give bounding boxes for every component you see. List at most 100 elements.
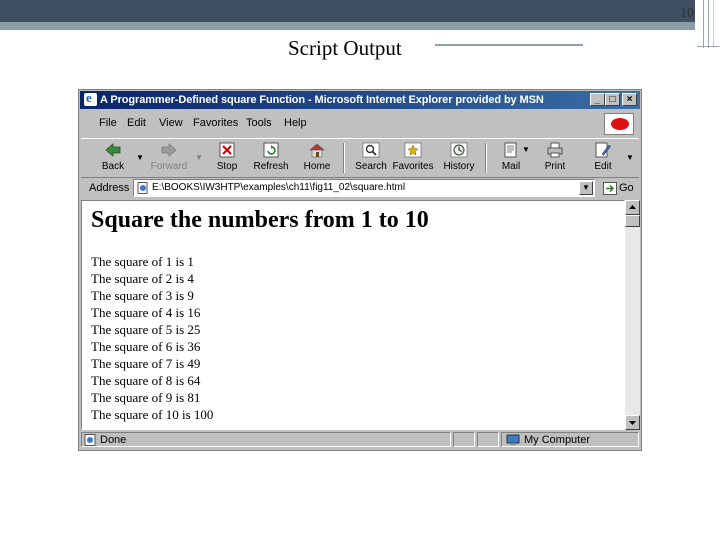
menu-tools-label: Tools — [246, 117, 272, 129]
stop-icon — [219, 142, 235, 158]
home-button[interactable]: Home — [297, 139, 337, 175]
slide-corner-decoration — [697, 0, 720, 50]
browser-window: A Programmer-Defined square Function - M… — [78, 89, 642, 451]
close-button[interactable]: × — [622, 93, 637, 106]
output-line: The square of 7 is 49 — [91, 356, 201, 371]
print-icon — [547, 142, 563, 158]
search-button[interactable]: Search — [351, 139, 391, 175]
slide-top-bar — [0, 0, 695, 22]
computer-icon — [506, 434, 520, 445]
status-zone: My Computer — [524, 434, 591, 446]
refresh-label: Refresh — [253, 161, 289, 172]
output-line: The square of 8 is 64 — [91, 373, 201, 388]
toolbar-separator — [343, 143, 345, 173]
menu-view-label: View — [159, 117, 183, 129]
search-label: Search — [355, 161, 387, 172]
slide-page-number: 10 — [680, 6, 694, 21]
mail-label: Mail — [501, 161, 521, 172]
menu-file-label: File — [99, 117, 117, 129]
page-icon — [137, 182, 148, 194]
address-value: E:\BOOKS\IW3HTP\examples\ch11\fig11_02\s… — [152, 182, 406, 193]
status-main-cell: Done — [81, 432, 451, 447]
minimize-button[interactable]: _ — [590, 93, 605, 106]
forward-dropdown-icon[interactable]: ▼ — [195, 153, 203, 162]
menu-edit-label: Edit — [127, 117, 146, 129]
ie-logo-icon — [84, 90, 97, 106]
history-button[interactable]: History — [439, 139, 479, 175]
forward-arrow-icon — [161, 143, 177, 157]
scroll-up-button[interactable] — [625, 200, 640, 215]
msn-logo — [604, 113, 634, 135]
forward-label: Forward — [150, 161, 188, 172]
home-label: Home — [303, 161, 331, 172]
favorites-button[interactable]: Favorites — [391, 139, 435, 175]
status-zone-cell: My Computer — [501, 432, 639, 447]
menu-favorites-label: Favorites — [193, 117, 239, 129]
slide-title-underline — [435, 44, 583, 46]
content-heading: Square the numbers from 1 to 10 — [91, 207, 429, 233]
edit-icon — [595, 142, 611, 158]
menu-tools[interactable]: Tools — [246, 117, 272, 129]
back-arrow-icon — [105, 143, 121, 157]
address-input[interactable]: E:\BOOKS\IW3HTP\examples\ch11\fig11_02\s… — [133, 179, 595, 197]
scroll-down-arrow-icon — [629, 421, 636, 425]
status-cell — [477, 432, 499, 447]
back-label: Back — [101, 161, 125, 172]
window-title: A Programmer-Defined square Function - M… — [100, 94, 544, 106]
refresh-button[interactable]: Refresh — [249, 139, 293, 175]
mail-icon — [504, 142, 517, 158]
edit-label: Edit — [594, 161, 612, 172]
stop-button[interactable]: Stop — [209, 139, 245, 175]
forward-button[interactable]: Forward — [147, 139, 191, 175]
go-button[interactable]: Go — [601, 180, 637, 197]
history-label: History — [443, 161, 475, 172]
home-icon — [309, 143, 325, 158]
output-line: The square of 1 is 1 — [91, 254, 194, 269]
address-bar: Address E:\BOOKS\IW3HTP\examples\ch11\fi… — [81, 178, 639, 200]
mail-dropdown-icon[interactable]: ▼ — [522, 145, 530, 154]
output-line: The square of 2 is 4 — [91, 271, 194, 286]
menu-help[interactable]: Help — [284, 117, 307, 129]
output-line: The square of 3 is 9 — [91, 288, 194, 303]
favorites-label: Favorites — [392, 161, 434, 172]
search-icon — [362, 142, 380, 158]
back-button[interactable]: Back — [93, 139, 133, 175]
scroll-up-arrow-icon — [629, 205, 636, 209]
standard-toolbar: Back ▼ Forward ▼ Stop Refresh Home Searc… — [81, 138, 639, 178]
page-content: Square the numbers from 1 to 10 The squa… — [81, 200, 625, 430]
scroll-thumb[interactable] — [625, 215, 640, 227]
refresh-icon — [263, 142, 279, 158]
window-titlebar[interactable]: A Programmer-Defined square Function - M… — [80, 90, 640, 109]
menu-edit[interactable]: Edit — [127, 117, 146, 129]
output-line: The square of 9 is 81 — [91, 390, 201, 405]
address-dropdown-icon[interactable]: ▼ — [579, 181, 593, 195]
menu-favorites[interactable]: Favorites — [193, 117, 238, 129]
page-done-icon — [84, 434, 96, 446]
output-line: The square of 6 is 36 — [91, 339, 201, 354]
menu-file[interactable]: File — [99, 117, 117, 129]
scroll-down-button[interactable] — [625, 415, 640, 430]
vertical-scrollbar[interactable] — [625, 200, 640, 430]
go-label: Go — [619, 182, 634, 194]
go-arrow-icon — [603, 182, 617, 195]
print-label: Print — [544, 161, 566, 172]
status-text: Done — [100, 434, 127, 446]
slide-title: Script Output — [288, 36, 402, 60]
print-button[interactable]: Print — [537, 139, 573, 175]
output-line: The square of 4 is 16 — [91, 305, 201, 320]
menu-bar: File Edit View Favorites Tools Help — [81, 112, 639, 136]
output-line: The square of 10 is 100 — [91, 407, 214, 422]
maximize-button[interactable]: □ — [605, 93, 620, 106]
back-dropdown-icon[interactable]: ▼ — [136, 153, 144, 162]
stop-label: Stop — [216, 161, 238, 172]
menu-help-label: Help — [284, 117, 307, 129]
output-line: The square of 5 is 25 — [91, 322, 201, 337]
toolbar-more-icon[interactable]: ▼ — [626, 153, 634, 162]
toolbar-separator — [485, 143, 487, 173]
edit-button[interactable]: Edit — [585, 139, 621, 175]
history-icon — [450, 142, 468, 158]
menu-view[interactable]: View — [159, 117, 183, 129]
slide-top-accent-line — [0, 22, 695, 30]
favorites-icon — [404, 142, 422, 158]
address-label: Address — [89, 182, 130, 194]
